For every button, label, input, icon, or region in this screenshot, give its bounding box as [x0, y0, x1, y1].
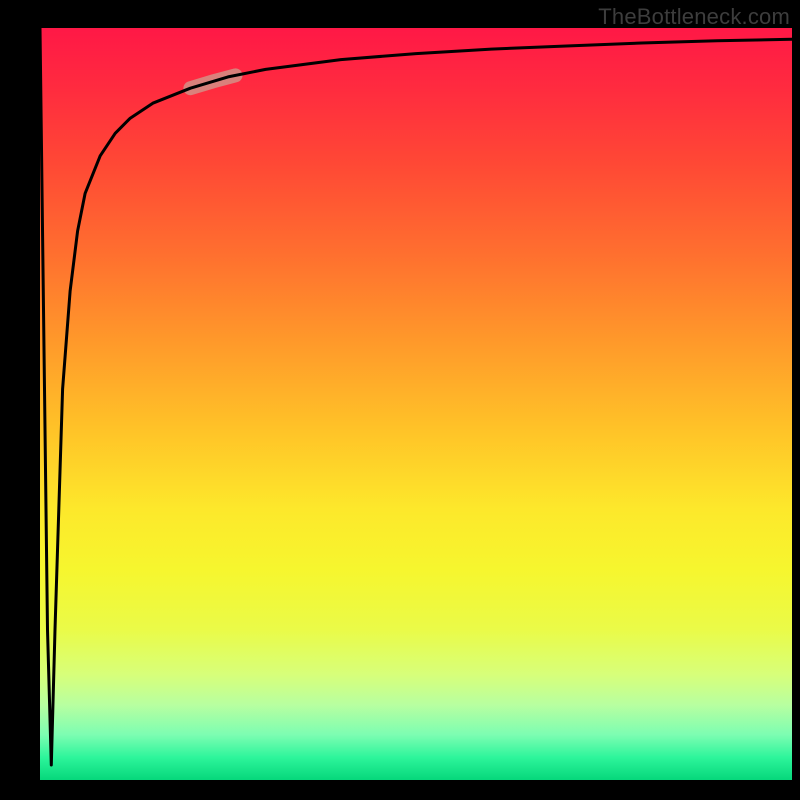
plot-area	[40, 28, 792, 780]
chart-stage: TheBottleneck.com	[0, 0, 800, 800]
curve-svg	[40, 28, 792, 780]
main-curve	[40, 28, 792, 765]
watermark-text: TheBottleneck.com	[598, 4, 790, 30]
